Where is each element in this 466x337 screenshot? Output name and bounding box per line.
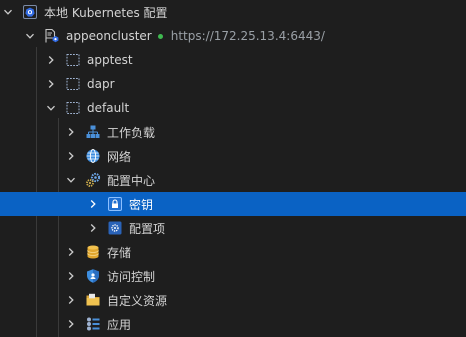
secret-lock-icon <box>107 196 123 212</box>
chevron-down-icon[interactable] <box>65 174 77 186</box>
chevron-right-icon[interactable] <box>45 54 57 66</box>
tree-item-root[interactable]: 本地 Kubernetes 配置 <box>0 0 466 24</box>
tree-item-access-control[interactable]: 访问控制 <box>0 264 466 288</box>
tree-item-storage[interactable]: 存储 <box>0 240 466 264</box>
connection-status-dot <box>157 33 163 39</box>
tree-item-workloads[interactable]: 工作负载 <box>0 120 466 144</box>
tree-item-secrets[interactable]: 密钥 <box>0 192 466 216</box>
kubernetes-icon <box>22 4 38 20</box>
cluster-config-icon <box>44 28 60 44</box>
chevron-right-icon[interactable] <box>65 270 77 282</box>
tree-item-label: apptest <box>87 53 133 67</box>
namespace-icon <box>65 100 81 116</box>
tree-item-configmaps[interactable]: 配置项 <box>0 216 466 240</box>
access-control-shield-icon <box>85 268 101 284</box>
tree-item-namespace-default[interactable]: default <box>0 96 466 120</box>
tree-item-label: 配置中心 <box>107 173 156 188</box>
chevron-right-icon[interactable] <box>65 318 77 330</box>
config-gears-icon <box>85 172 101 188</box>
cluster-url: https://172.25.13.4:6443/ <box>170 29 325 43</box>
tree-item-custom-resources[interactable]: 自定义资源 <box>0 288 466 312</box>
applications-icon <box>85 316 101 332</box>
tree-item-label: 本地 Kubernetes 配置 <box>44 5 168 20</box>
network-globe-icon <box>85 148 101 164</box>
tree-item-label: 配置项 <box>129 221 166 236</box>
tree-item-network[interactable]: 网络 <box>0 144 466 168</box>
tree-item-label: 存储 <box>107 245 132 260</box>
workloads-icon <box>85 124 101 140</box>
chevron-right-icon[interactable] <box>87 222 99 234</box>
tree-item-label: 访问控制 <box>107 269 156 284</box>
tree-item-label: 密钥 <box>129 197 154 212</box>
tree-item-label: 应用 <box>107 317 132 332</box>
tree-item-label: 自定义资源 <box>107 293 168 308</box>
chevron-right-icon[interactable] <box>87 198 99 210</box>
tree-item-namespace-dapr[interactable]: dapr <box>0 72 466 96</box>
chevron-right-icon[interactable] <box>65 150 77 162</box>
namespace-icon <box>65 52 81 68</box>
tree-item-label: default <box>87 101 130 115</box>
kubernetes-tree-view: 本地 Kubernetes 配置 appeoncluster https://1… <box>0 0 466 337</box>
chevron-down-icon[interactable] <box>24 30 36 42</box>
tree-item-label: 工作负载 <box>107 125 156 140</box>
chevron-right-icon[interactable] <box>65 126 77 138</box>
tree-item-applications[interactable]: 应用 <box>0 312 466 336</box>
custom-resources-folder-icon <box>85 292 101 308</box>
tree-item-label: dapr <box>87 77 115 91</box>
chevron-down-icon[interactable] <box>45 102 57 114</box>
tree-item-cluster[interactable]: appeoncluster https://172.25.13.4:6443/ <box>0 24 466 48</box>
tree-item-config-center[interactable]: 配置中心 <box>0 168 466 192</box>
tree-item-label: appeoncluster <box>66 29 152 43</box>
chevron-right-icon[interactable] <box>65 246 77 258</box>
configmap-icon <box>107 220 123 236</box>
tree-item-label: 网络 <box>107 149 132 164</box>
chevron-right-icon[interactable] <box>65 294 77 306</box>
storage-database-icon <box>85 244 101 260</box>
chevron-right-icon[interactable] <box>45 78 57 90</box>
namespace-icon <box>65 76 81 92</box>
tree-item-namespace-apptest[interactable]: apptest <box>0 48 466 72</box>
chevron-down-icon[interactable] <box>2 6 14 18</box>
